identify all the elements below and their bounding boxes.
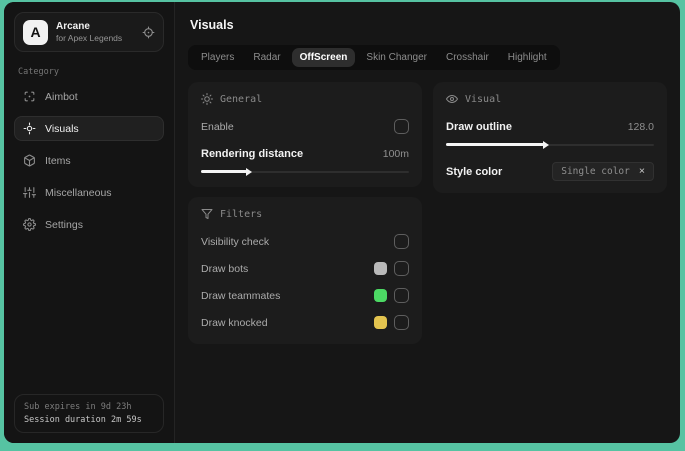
main-content: Visuals Players Radar OffScreen Skin Cha… (175, 2, 680, 443)
cube-icon (23, 154, 36, 167)
draw-knocked-row: Draw knocked (201, 312, 409, 333)
style-color-label: Style color (446, 165, 503, 178)
right-column: Visual Draw outline 128.0 Style color Si… (433, 82, 667, 193)
enable-row: Enable (201, 116, 409, 137)
sidebar-item-label: Visuals (45, 122, 79, 135)
tab-skin-changer[interactable]: Skin Changer (358, 48, 435, 67)
filters-panel-header: Filters (201, 208, 409, 220)
sidebar-item-label: Settings (45, 218, 83, 231)
page-title: Visuals (190, 18, 234, 32)
style-color-select[interactable]: Single color × (552, 162, 654, 181)
panel-title: Visual (465, 93, 502, 105)
sidebar-item-label: Items (45, 154, 71, 167)
sidebar-item-aimbot[interactable]: Aimbot (14, 84, 164, 109)
filters-panel: Filters Visibility check Draw bots Draw … (188, 197, 422, 344)
draw-bots-label: Draw bots (201, 262, 249, 275)
rendering-distance-slider[interactable] (201, 167, 409, 176)
rendering-distance-row: Rendering distance 100m (201, 143, 409, 164)
session-duration-text: Session duration 2m 59s (24, 415, 142, 425)
style-color-selected-value: Single color (561, 166, 630, 177)
draw-outline-slider[interactable] (446, 140, 654, 149)
eye-icon (446, 93, 458, 105)
sidebar-item-settings[interactable]: Settings (14, 212, 164, 237)
sidebar-item-label: Miscellaneous (45, 186, 112, 199)
brand-name: Arcane (56, 21, 90, 32)
tab-crosshair[interactable]: Crosshair (438, 48, 497, 67)
sun-icon (201, 93, 213, 105)
draw-knocked-color-swatch[interactable] (374, 316, 387, 329)
panel-title: Filters (220, 208, 263, 220)
draw-bots-row: Draw bots (201, 258, 409, 279)
rendering-distance-value: 100m (382, 147, 409, 160)
slider-fill[interactable] (201, 167, 252, 176)
tab-highlight[interactable]: Highlight (500, 48, 555, 67)
sliders-icon (23, 186, 36, 199)
enable-label: Enable (201, 120, 234, 133)
visibility-check-checkbox[interactable] (394, 234, 409, 249)
sidebar-item-visuals[interactable]: Visuals (14, 116, 164, 141)
draw-bots-color-swatch[interactable] (374, 262, 387, 275)
sidebar: A Arcane for Apex Legends Category Aimbo (4, 2, 175, 443)
draw-teammates-checkbox[interactable] (394, 288, 409, 303)
tab-players[interactable]: Players (193, 48, 242, 67)
brand-subtitle: for Apex Legends (56, 33, 123, 43)
subscription-info-card: Sub expires in 9d 23h Session duration 2… (14, 394, 164, 433)
crosshair-scan-icon (23, 90, 36, 103)
draw-teammates-row: Draw teammates (201, 285, 409, 306)
target-icon[interactable] (142, 26, 155, 39)
draw-outline-row: Draw outline 128.0 (446, 116, 654, 137)
general-panel-header: General (201, 93, 409, 105)
tab-bar: Players Radar OffScreen Skin Changer Cro… (188, 45, 560, 70)
visibility-check-row: Visibility check (201, 231, 409, 252)
brand-text: Arcane for Apex Legends (56, 21, 122, 43)
draw-bots-checkbox[interactable] (394, 261, 409, 276)
slider-fill[interactable] (446, 140, 549, 149)
sidebar-item-items[interactable]: Items (14, 148, 164, 173)
category-label: Category (18, 67, 59, 77)
panel-columns: General Enable Rendering distance 100m F… (188, 82, 667, 344)
funnel-icon (201, 208, 213, 220)
visual-panel: Visual Draw outline 128.0 Style color Si… (433, 82, 667, 193)
visual-panel-header: Visual (446, 93, 654, 105)
visibility-check-label: Visibility check (201, 235, 270, 248)
brand-card: A Arcane for Apex Legends (14, 12, 164, 52)
panel-title: General (220, 93, 263, 105)
draw-outline-label: Draw outline (446, 120, 513, 133)
rendering-distance-label: Rendering distance (201, 147, 304, 160)
sidebar-item-label: Aimbot (45, 90, 78, 103)
focus-icon (23, 122, 36, 135)
app-window: A Arcane for Apex Legends Category Aimbo (4, 2, 680, 443)
gear-icon (23, 218, 36, 231)
sidebar-item-miscellaneous[interactable]: Miscellaneous (14, 180, 164, 205)
sub-expires-text: Sub expires in 9d 23h (24, 402, 132, 412)
close-icon[interactable]: × (639, 166, 645, 177)
tab-radar[interactable]: Radar (245, 48, 288, 67)
draw-knocked-checkbox[interactable] (394, 315, 409, 330)
left-column: General Enable Rendering distance 100m F… (188, 82, 422, 344)
tab-offscreen[interactable]: OffScreen (291, 48, 356, 67)
style-color-row: Style color Single color × (446, 161, 654, 182)
draw-knocked-label: Draw knocked (201, 316, 268, 329)
draw-outline-value: 128.0 (627, 120, 654, 133)
brand-logo: A (23, 19, 48, 45)
draw-teammates-color-swatch[interactable] (374, 289, 387, 302)
draw-teammates-label: Draw teammates (201, 289, 281, 302)
enable-checkbox[interactable] (394, 119, 409, 134)
general-panel: General Enable Rendering distance 100m (188, 82, 422, 187)
